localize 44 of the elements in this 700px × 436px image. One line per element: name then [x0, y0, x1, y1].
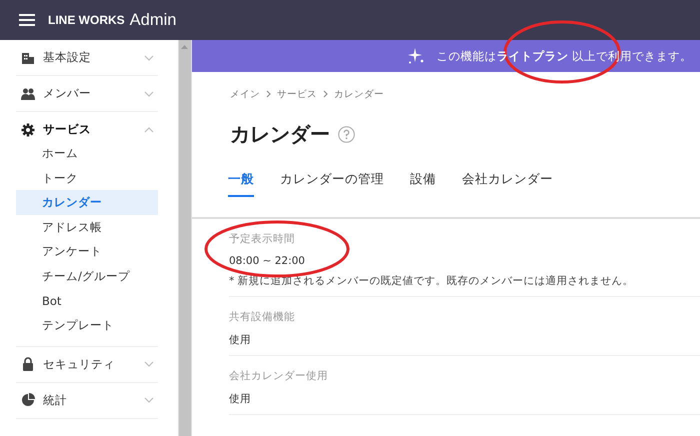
chevron-right-icon: [323, 90, 328, 98]
section-label: セキュリティ: [43, 356, 116, 372]
sidebar-section[interactable]: メンバー: [16, 76, 158, 111]
tab[interactable]: 会社カレンダー: [462, 163, 553, 197]
setting-label: 共有設備機能: [229, 310, 296, 324]
scrollbar[interactable]: [178, 40, 191, 436]
section-label: サービス: [43, 122, 92, 137]
setting-value: 08:00 ~ 22:00: [229, 255, 306, 267]
tab[interactable]: 設備: [410, 163, 436, 197]
breadcrumb-link[interactable]: カレンダー: [334, 88, 384, 100]
breadcrumb-link[interactable]: メイン: [230, 88, 260, 100]
help-icon[interactable]: [338, 126, 355, 142]
gear-icon: [21, 122, 35, 136]
section-label: メンバー: [43, 86, 92, 101]
setting-value: 使用: [229, 333, 252, 347]
breadcrumb-link[interactable]: サービス: [277, 88, 317, 100]
scroll-up-icon[interactable]: [181, 45, 188, 49]
sidebar-item[interactable]: Bot: [16, 288, 158, 314]
brand-logo: LINE WORKS: [48, 13, 125, 27]
setting-value: 使用: [229, 392, 252, 406]
chevron-right-icon: [266, 90, 271, 98]
sidebar-item[interactable]: アンケート: [16, 239, 158, 264]
tab[interactable]: 一般: [228, 163, 254, 197]
setting-label: 予定表示時間: [229, 232, 296, 246]
sidebar-item[interactable]: アドレス帳: [16, 214, 158, 240]
people-icon: [21, 86, 35, 100]
sidebar-section[interactable]: セキュリティ: [16, 346, 158, 382]
product-name: Admin: [130, 10, 176, 30]
sidebar-section[interactable]: 基本設定: [16, 40, 158, 75]
menu-icon[interactable]: [19, 14, 35, 26]
page-title: カレンダー: [230, 120, 330, 148]
sidebar-item[interactable]: テンプレート: [16, 313, 158, 338]
lock-icon: [21, 357, 35, 372]
pie-chart-icon: [21, 393, 35, 408]
sidebar-item[interactable]: チーム/グループ: [16, 264, 158, 289]
building-icon: [21, 50, 35, 64]
sidebar-item[interactable]: カレンダー: [16, 190, 158, 215]
section-label: 統計: [43, 392, 68, 408]
sidebar-item[interactable]: トーク: [16, 166, 158, 190]
sidebar-section[interactable]: 統計: [16, 382, 158, 418]
sparkle-icon: [408, 48, 424, 64]
setting-label: 会社カレンダー使用: [229, 369, 329, 383]
section-label: 基本設定: [43, 50, 92, 65]
tab[interactable]: カレンダーの管理: [280, 163, 384, 197]
